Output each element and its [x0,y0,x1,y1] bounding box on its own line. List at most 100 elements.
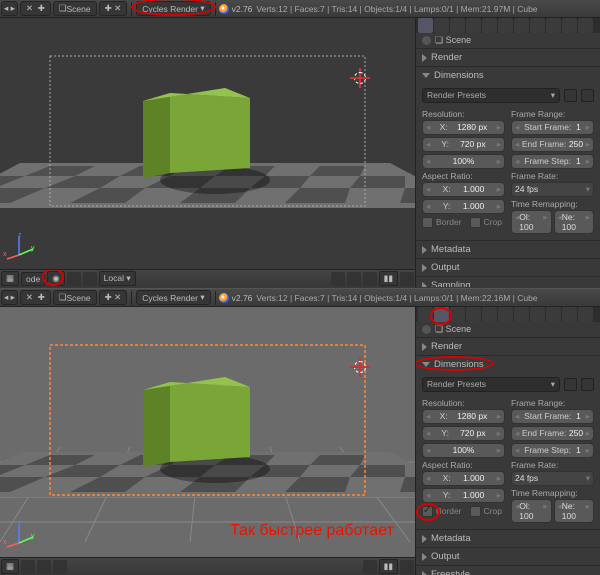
viewport-shading[interactable]: ◉ [47,271,64,286]
viewport-canvas [0,307,415,575]
res-pct[interactable]: ◂100%▸ [422,443,505,458]
border-check[interactable] [422,217,433,228]
tab-modifiers[interactable] [514,307,529,322]
panel-render[interactable]: Render [416,49,600,66]
shading-icon[interactable] [37,560,51,574]
res-x[interactable]: ◂X:1280 px▸ [422,120,505,135]
res-pct[interactable]: ◂100%▸ [422,154,505,169]
remap-old[interactable]: ◂Ol: 100▸ [511,210,552,234]
orientation[interactable]: Local ▾ [99,271,136,286]
panel-dimensions[interactable]: Dimensions [416,356,600,373]
tab-texture[interactable] [562,307,577,322]
preset-add[interactable] [564,89,577,102]
pause-icon[interactable]: ▮▮ [379,559,398,574]
editor-type[interactable]: ▦ [1,271,19,286]
remap-old[interactable]: ◂Ol: 100▸ [511,499,552,523]
tab-scene[interactable] [450,307,465,322]
tab-data[interactable] [530,307,545,322]
panel-sampling[interactable]: Sampling [416,277,600,287]
tab-data[interactable] [514,18,529,33]
layers-icon[interactable] [363,560,377,574]
start-frame[interactable]: ◂Start Frame:1▸ [511,409,594,424]
screen-layout[interactable]: ✕ ✚ [20,1,51,16]
tab-world[interactable] [466,307,481,322]
tab-material[interactable] [546,307,561,322]
end-frame[interactable]: ◂End Frame:250▸ [511,426,594,441]
pin-icon[interactable] [422,325,431,334]
editor-type[interactable]: ▦ [1,559,19,574]
overlay-icon[interactable] [331,272,345,286]
tab-physics[interactable] [578,307,593,322]
end-frame[interactable]: ◂End Frame:250▸ [511,137,594,152]
mode-menu[interactable]: ode [21,272,45,286]
pivot-icon[interactable] [53,560,67,574]
crop-check[interactable] [470,217,481,228]
tab-world[interactable] [450,18,465,33]
render-presets[interactable]: Render Presets ▾ [422,377,560,392]
props-tabs [416,18,600,33]
border-check[interactable] [422,506,433,517]
remap-new[interactable]: ◂Ne: 100▸ [554,210,595,234]
tab-object[interactable] [466,18,481,33]
frame-step[interactable]: ◂Frame Step:1▸ [511,443,594,458]
mode-icon[interactable] [21,560,35,574]
scene-ops[interactable]: ✚ ✕ [99,1,128,16]
back-forward[interactable]: ◂ ▸ [1,1,18,16]
snap-icon[interactable] [83,272,97,286]
tab-scene[interactable] [434,18,449,33]
tab-particles[interactable] [562,18,577,33]
preset-remove[interactable] [581,378,594,391]
tab-render[interactable] [418,18,433,33]
res-x[interactable]: ◂X:1280 px▸ [422,409,505,424]
aspect-x[interactable]: ◂X:1.000▸ [422,471,505,486]
pivot-icon[interactable] [67,272,81,286]
screen-layout[interactable]: ✕ ✚ [20,290,51,305]
panel-freestyle[interactable]: Freestyle [416,566,600,575]
preset-add[interactable] [564,378,577,391]
tab-texture[interactable] [546,18,561,33]
crop-check[interactable] [470,506,481,517]
tab-modifiers[interactable] [498,18,513,33]
panel-render[interactable]: Render [416,338,600,355]
frame-step[interactable]: ◂Frame Step:1▸ [511,154,594,169]
panel-metadata[interactable]: Metadata [416,530,600,547]
tab-physics[interactable] [578,18,593,33]
tab-constraints[interactable] [498,307,513,322]
gizmo-icon[interactable] [347,272,361,286]
fps[interactable]: 24 fps▾ [511,471,594,486]
pause-icon[interactable]: ▮▮ [379,271,398,286]
pin-icon[interactable] [422,36,431,45]
version: v2.76 [232,293,253,303]
panel-dimensions[interactable]: Dimensions [416,67,600,84]
camera-icon[interactable] [400,272,414,286]
tab-constraints[interactable] [482,18,497,33]
render-presets[interactable]: Render Presets ▾ [422,88,560,103]
remap-new[interactable]: ◂Ne: 100▸ [554,499,595,523]
render-engine[interactable]: Cycles Render ▾ [136,1,210,16]
aspect-y[interactable]: ◂Y:1.000▸ [422,488,505,503]
fps[interactable]: 24 fps▾ [511,182,594,197]
scene-selector[interactable]: ❏ Scene [53,1,97,16]
blender-icon [219,293,229,303]
panel-metadata[interactable]: Metadata [416,241,600,258]
layers-icon[interactable] [363,272,377,286]
aspect-x[interactable]: ◂X:1.000▸ [422,182,505,197]
scene-ops[interactable]: ✚ ✕ [99,290,128,305]
start-frame[interactable]: ◂Start Frame:1▸ [511,120,594,135]
viewport-3d[interactable]: Time:00:04.90 | Remaining:00:04.01 | Mem… [0,18,415,287]
panel-output[interactable]: Output [416,259,600,276]
tab-render[interactable] [418,307,433,322]
panel-output[interactable]: Output [416,548,600,565]
res-y[interactable]: ◂Y:720 px▸ [422,426,505,441]
tab-object[interactable] [482,307,497,322]
tab-render-layers[interactable] [434,307,449,322]
render-engine[interactable]: Cycles Render ▾ [136,290,210,305]
camera-icon[interactable] [400,560,414,574]
preset-remove[interactable] [581,89,594,102]
aspect-y[interactable]: ◂Y:1.000▸ [422,199,505,214]
scene-selector[interactable]: ❏ Scene [53,290,97,305]
res-y[interactable]: ◂Y:720 px▸ [422,137,505,152]
back-forward[interactable]: ◂ ▸ [1,290,18,305]
viewport-3d[interactable]: Time:00:03.89 | Mem:2.92M, Peak:7.57M | … [0,307,415,575]
tab-material[interactable] [530,18,545,33]
